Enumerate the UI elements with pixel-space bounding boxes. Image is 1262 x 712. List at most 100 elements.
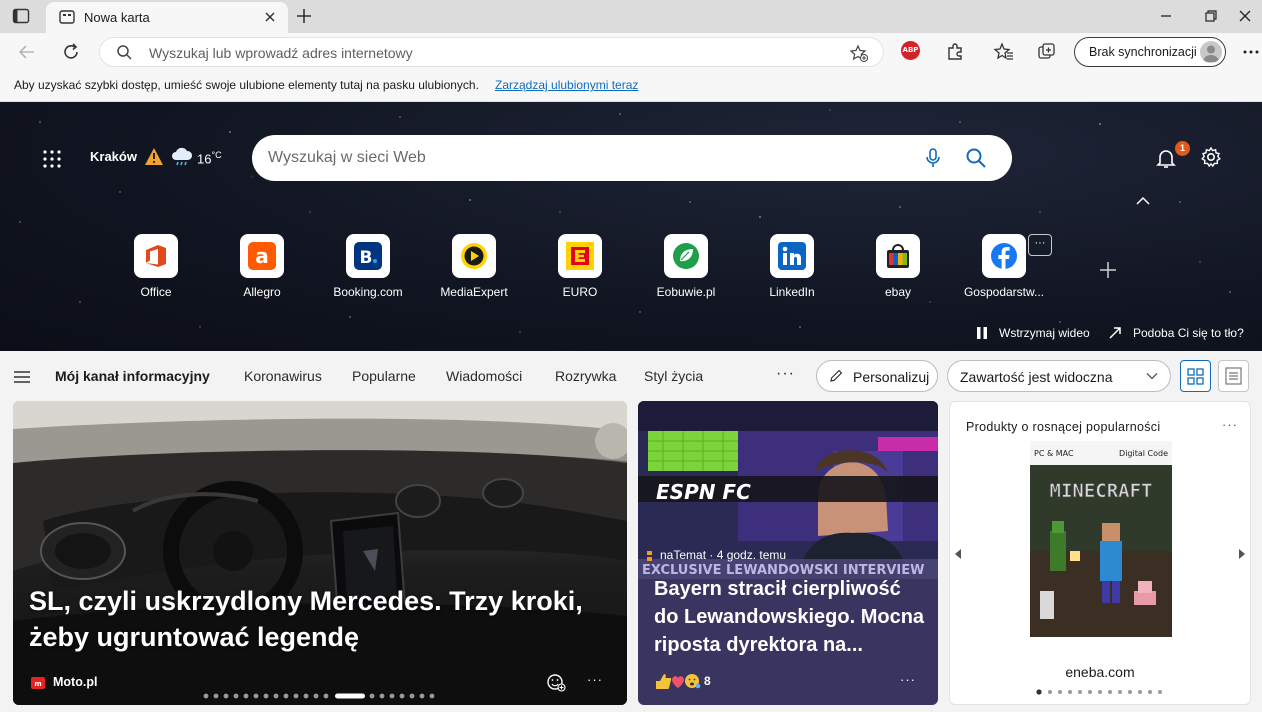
- shop-name[interactable]: eneba.com: [950, 664, 1250, 680]
- reaction-count: 8: [704, 674, 711, 688]
- quick-link-label: Gospodarstw...: [963, 285, 1045, 299]
- quick-link-linkedin[interactable]: LinkedIn: [742, 234, 842, 304]
- web-search-input[interactable]: Wyszukaj w sieci Web: [268, 149, 426, 167]
- reaction-emojis-icon[interactable]: [654, 672, 704, 690]
- restore-icon[interactable]: [1203, 8, 1219, 24]
- news-headline[interactable]: SL, czyli uskrzydlony Mercedes. Trzy kro…: [29, 583, 599, 655]
- feed-tab-news[interactable]: Wiadomości: [446, 368, 522, 384]
- quick-link-eobuwie[interactable]: Eobuwie.pl: [636, 234, 736, 304]
- gear-icon[interactable]: [1200, 146, 1222, 168]
- quick-link-label: Allegro: [243, 285, 281, 299]
- settings-menu-icon[interactable]: [1240, 41, 1262, 63]
- personalize-button[interactable]: Personalizuj: [816, 360, 938, 392]
- close-tab-icon[interactable]: [262, 9, 278, 25]
- tab-new-tab[interactable]: Nowa karta: [46, 2, 288, 33]
- quick-link-label: Eobuwie.pl: [656, 285, 716, 299]
- feed-tab-entertainment[interactable]: Rozrywka: [555, 368, 616, 384]
- feed-more-button[interactable]: ···: [776, 365, 795, 383]
- hamburger-menu-icon[interactable]: [13, 370, 31, 384]
- euro-icon: [558, 234, 602, 278]
- quick-link-label: EURO: [562, 285, 598, 299]
- browser-toolbar: Wyszukaj lub wprowadź adres internetowy: [0, 33, 1262, 71]
- add-shortcut-icon[interactable]: [1098, 260, 1118, 280]
- quick-link-booking[interactable]: B Booking.com: [318, 234, 418, 304]
- temperature: 16°C: [197, 150, 222, 167]
- svg-text:B: B: [360, 248, 373, 268]
- pause-icon: [977, 327, 987, 339]
- allegro-icon: a: [240, 234, 284, 278]
- news-source[interactable]: Moto.pl: [53, 675, 97, 689]
- close-window-icon[interactable]: [1237, 8, 1253, 24]
- quick-link-allegro[interactable]: a Allegro: [212, 234, 312, 304]
- chevron-up-icon[interactable]: [1135, 195, 1151, 207]
- manage-favorites-link[interactable]: Zarządzaj ulubionymi teraz: [495, 78, 638, 92]
- news-headline[interactable]: Bayern stracił cierpliwość do Lewandowsk…: [654, 575, 926, 659]
- product-tag-right: Digital Code: [1119, 449, 1168, 458]
- search-icon: [117, 45, 132, 60]
- news-card-main[interactable]: SL, czyli uskrzydlony Mercedes. Trzy kro…: [13, 401, 627, 705]
- quick-link-euro[interactable]: EURO: [530, 234, 630, 304]
- expand-arrow-icon: [1109, 327, 1121, 339]
- new-tab-page-icon: [59, 10, 75, 24]
- address-input[interactable]: Wyszukaj lub wprowadź adres internetowy: [149, 45, 413, 61]
- adblock-plus-icon[interactable]: ABP: [901, 41, 920, 60]
- weather-alert-icon[interactable]: [144, 147, 164, 166]
- grid-icon: [1187, 368, 1204, 385]
- car-interior-image: [13, 401, 627, 705]
- extensions-icon[interactable]: [944, 41, 966, 63]
- espn-logo-text: ESPN FC: [656, 480, 751, 504]
- add-favorite-icon[interactable]: [850, 44, 869, 63]
- content-visibility-select[interactable]: Zawartość jest widoczna: [947, 360, 1171, 392]
- content-visibility-value: Zawartość jest widoczna: [960, 369, 1113, 385]
- profile-sync-button[interactable]: Brak synchronizacji: [1074, 37, 1226, 67]
- quick-link-ebay[interactable]: ebay: [848, 234, 948, 304]
- grid-layout-button[interactable]: [1180, 360, 1211, 392]
- collections-icon[interactable]: [1036, 41, 1058, 63]
- news-card-bayern[interactable]: ESPN FC EXCLUSIVE LEWANDOWSKI INTERVIEW …: [638, 401, 938, 705]
- web-search-box[interactable]: Wyszukaj w sieci Web: [252, 135, 1012, 181]
- card-more-button[interactable]: ···: [587, 672, 603, 687]
- linkedin-icon: [770, 234, 814, 278]
- quick-link-label: MediaExpert: [440, 285, 508, 299]
- ebay-icon: [876, 234, 920, 278]
- favorites-hint: Aby uzyskać szybki dostęp, umieść swoje …: [14, 78, 479, 92]
- feed-tab-coronavirus[interactable]: Koronawirus: [244, 368, 322, 384]
- carousel-indicator[interactable]: [203, 693, 443, 699]
- refresh-icon[interactable]: [60, 41, 82, 63]
- address-bar[interactable]: Wyszukaj lub wprowadź adres internetowy: [99, 37, 884, 67]
- notification-badge: 1: [1175, 141, 1190, 156]
- background-feedback-label: Podoba Ci się to tło?: [1133, 326, 1244, 340]
- new-tab-button[interactable]: [294, 6, 314, 26]
- svg-text:m: m: [34, 680, 41, 688]
- tile-more-button[interactable]: ···: [1028, 234, 1052, 256]
- quick-link-mediaexpert[interactable]: MediaExpert: [424, 234, 524, 304]
- product-carousel-indicator[interactable]: [1036, 689, 1166, 695]
- list-layout-button[interactable]: [1218, 360, 1249, 392]
- back-icon[interactable]: [16, 41, 38, 63]
- card-more-button[interactable]: ···: [1222, 417, 1238, 432]
- notifications-icon[interactable]: [1155, 147, 1177, 169]
- apps-launcher-icon[interactable]: [42, 149, 62, 169]
- carousel-prev-icon[interactable]: [954, 548, 962, 560]
- card-more-button[interactable]: ···: [900, 672, 916, 687]
- weather-city[interactable]: Kraków: [90, 149, 137, 164]
- quick-link-office[interactable]: Office: [106, 234, 206, 304]
- favorites-icon[interactable]: [993, 41, 1015, 63]
- feed-tab-my-feed[interactable]: Mój kanał informacyjny: [55, 368, 210, 384]
- tab-actions-icon[interactable]: [12, 7, 30, 25]
- microphone-icon[interactable]: [922, 147, 944, 169]
- booking-icon: B: [346, 234, 390, 278]
- carousel-next-icon[interactable]: [1238, 548, 1246, 560]
- office-icon: [134, 234, 178, 278]
- tab-strip: Nowa karta: [0, 0, 1262, 33]
- avatar: [1200, 41, 1222, 63]
- search-icon[interactable]: [965, 147, 987, 169]
- news-meta: naTemat · 4 godz. temu: [660, 548, 787, 562]
- feed-tab-lifestyle[interactable]: Styl życia: [644, 368, 703, 384]
- trending-products-card: Produkty o rosnącej popularności ··· PC …: [949, 401, 1251, 705]
- feed-tab-popular[interactable]: Popularne: [352, 368, 416, 384]
- pause-video-label: Wstrzymaj wideo: [999, 326, 1090, 340]
- add-reaction-icon[interactable]: [546, 672, 566, 692]
- minecraft-product-image[interactable]: PC & MAC Digital Code MINECRAFT: [1030, 441, 1172, 637]
- minimize-icon[interactable]: [1158, 8, 1174, 24]
